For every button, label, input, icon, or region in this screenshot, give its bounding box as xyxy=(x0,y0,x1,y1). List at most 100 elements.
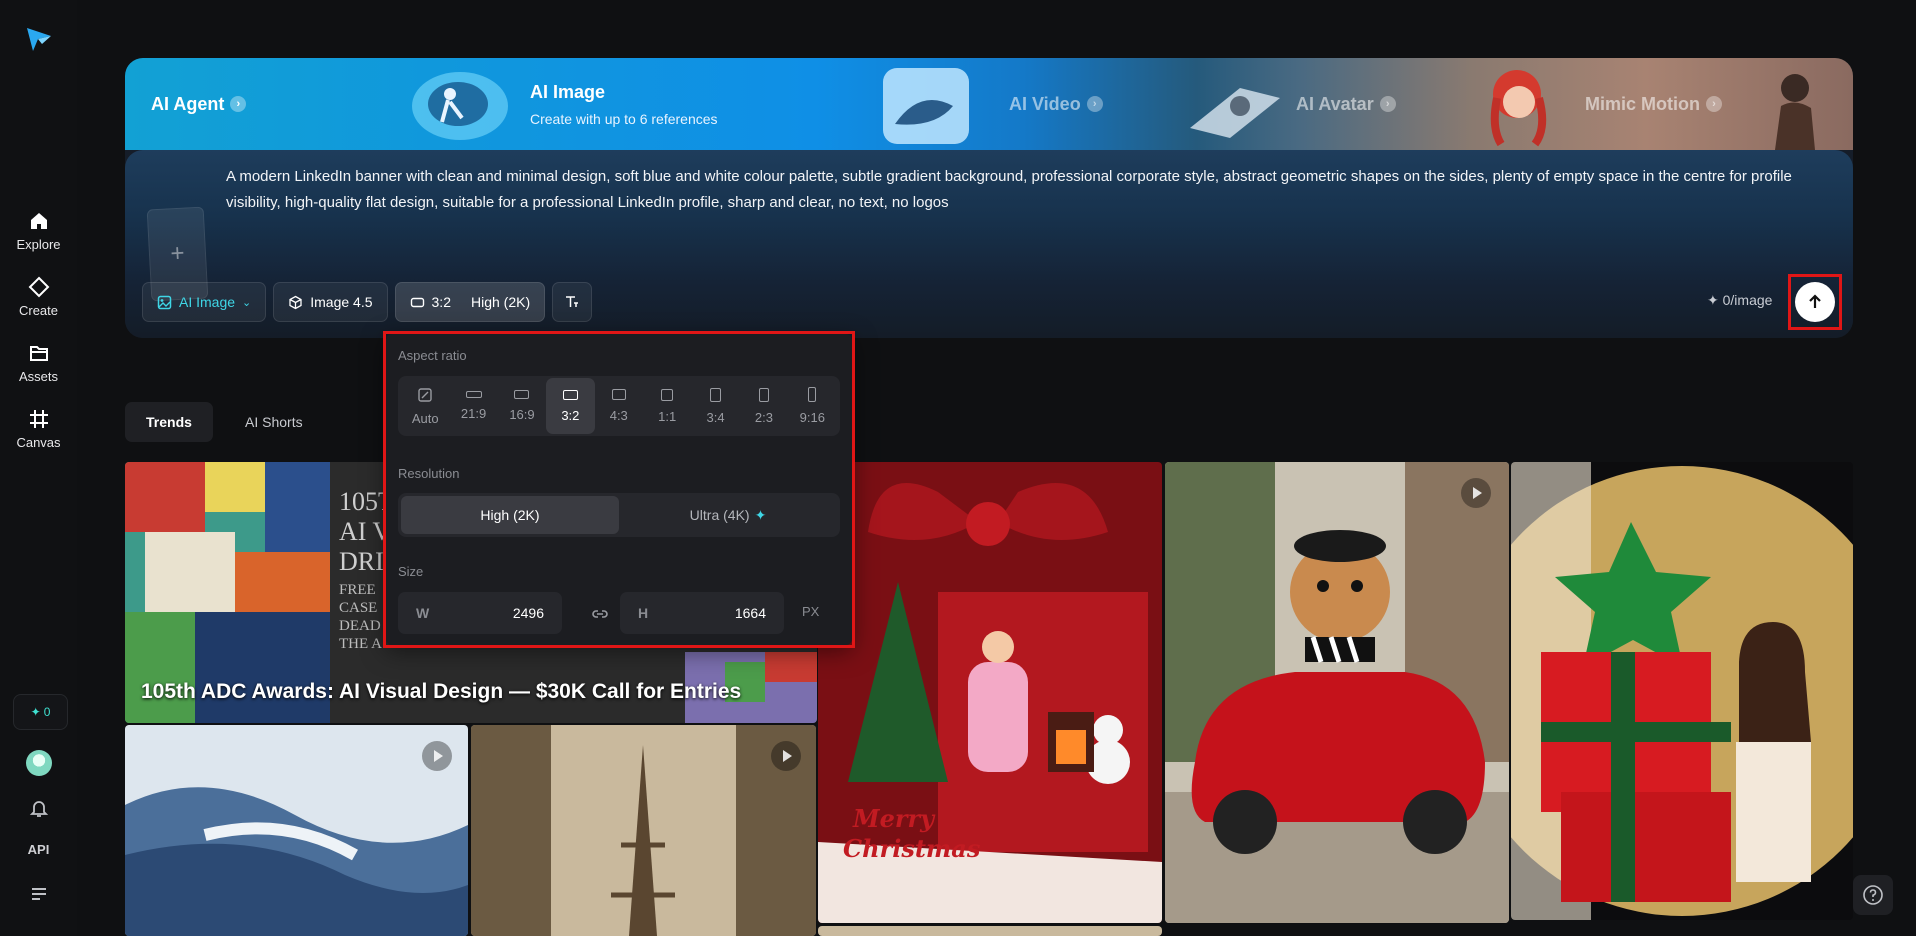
ratio-label: 21:9 xyxy=(460,406,487,421)
mode-label: AI Image xyxy=(179,294,236,310)
ratio-resolution-select[interactable]: 3:2 High (2K) xyxy=(394,282,546,322)
gallery-card-dog-car[interactable] xyxy=(1165,462,1509,923)
ai-image-artwork xyxy=(412,72,508,140)
tab-label: AI Avatar xyxy=(1296,93,1374,114)
text-icon xyxy=(566,296,579,307)
ratio-label: 16:9 xyxy=(509,407,535,422)
ratio-option-16-9[interactable]: 16:9 xyxy=(498,378,546,434)
sidebar-item-label: Explore xyxy=(16,237,61,252)
tab-trends[interactable]: Trends xyxy=(125,402,213,442)
help-icon xyxy=(1863,885,1883,905)
ratio-option-3-4[interactable]: 3:4 xyxy=(691,378,739,434)
play-icon xyxy=(1461,478,1491,508)
gallery-card-gift-portrait[interactable] xyxy=(1511,462,1853,920)
sparkle-icon: ✦ xyxy=(1707,292,1723,308)
image-icon xyxy=(157,295,172,309)
resolution-option-label: High (2K) xyxy=(480,507,540,523)
resolution-option-label: Ultra (4K) xyxy=(689,507,750,523)
ratio-label: 9:16 xyxy=(799,410,825,425)
cost-per-image: ✦ 0/image xyxy=(1707,292,1772,309)
folder-icon xyxy=(29,346,48,361)
chevron-right-icon: › xyxy=(1706,96,1722,112)
resolution-option-ultra[interactable]: Ultra (4K) ✦ xyxy=(619,496,837,534)
sidebar-item-explore[interactable]: Explore xyxy=(0,210,77,252)
menu-icon[interactable] xyxy=(30,887,48,901)
creation-panel: AI Agent › AI Image Create with up to 6 … xyxy=(125,58,1853,338)
ai-avatar-artwork xyxy=(1190,88,1280,138)
model-select[interactable]: Image 4.5 xyxy=(273,282,388,322)
resolution-label: High (2K) xyxy=(470,294,531,310)
link-icon[interactable] xyxy=(590,604,610,624)
text-style-button[interactable] xyxy=(552,282,593,322)
bell-icon[interactable] xyxy=(28,797,50,819)
ratio-label: 2:3 xyxy=(754,409,773,425)
mode-select[interactable]: AI Image ⌄ xyxy=(142,282,267,322)
gallery-card-christmas-popup[interactable]: Merry Christmas xyxy=(818,462,1162,923)
ratio-shape-icon xyxy=(710,387,722,402)
poster-text: FREE xyxy=(339,582,376,598)
app-logo-icon[interactable] xyxy=(24,24,54,54)
sidebar-item-canvas[interactable]: Canvas xyxy=(0,408,77,450)
help-button[interactable] xyxy=(1853,875,1893,915)
credits-count: 0 xyxy=(43,705,51,719)
poster-text: DRI xyxy=(339,547,384,576)
ratio-option-3-2[interactable]: 3:2 xyxy=(546,378,595,434)
sidebar-item-label: Canvas xyxy=(16,435,61,450)
ratio-option-2-3[interactable]: 2:3 xyxy=(740,378,788,434)
poster-text: CASE xyxy=(339,600,377,616)
ratio-label: 3:2 xyxy=(561,407,580,423)
play-icon xyxy=(771,741,801,771)
ratio-option-auto[interactable]: Auto xyxy=(401,378,449,434)
ratio-shape-icon xyxy=(611,389,626,400)
ratio-option-4-3[interactable]: 4:3 xyxy=(595,378,643,434)
canvas-icon xyxy=(29,410,48,428)
mimic-motion-figure-artwork xyxy=(1775,74,1815,150)
diamond-icon xyxy=(28,276,49,298)
ai-video-artwork xyxy=(883,68,969,144)
api-link[interactable]: API xyxy=(0,842,77,857)
feature-card-title: 105th ADC Awards: AI Visual Design — $30… xyxy=(141,680,742,703)
prompt-input[interactable]: A modern LinkedIn banner with clean and … xyxy=(226,164,1828,216)
aspect-ratio-icon xyxy=(410,297,424,307)
tab-ai-shorts[interactable]: AI Shorts xyxy=(224,402,324,442)
ratio-shape-icon xyxy=(661,388,674,401)
gallery-card-eiffel-tower[interactable] xyxy=(471,725,816,936)
tab-ai-agent[interactable]: AI Agent › xyxy=(151,58,247,150)
resolution-options: High (2K) Ultra (4K) ✦ xyxy=(398,493,840,537)
aspect-ratio-popover: Aspect ratio Auto 21:9 16:9 3:2 4:3 1:1 … xyxy=(386,334,852,645)
poster-text: THE A xyxy=(339,636,382,652)
christmas-card-text: Christmas xyxy=(843,834,981,863)
height-value: 1664 xyxy=(734,605,766,621)
ratio-option-9-16[interactable]: 9:16 xyxy=(788,378,836,434)
gift-portrait-artwork xyxy=(1511,462,1853,920)
size-label: Size xyxy=(398,564,424,579)
tab-ai-avatar[interactable]: AI Avatar › xyxy=(1296,58,1396,150)
width-key: W xyxy=(416,605,430,621)
avatar[interactable] xyxy=(26,750,52,776)
cost-label: 0/image xyxy=(1722,292,1773,308)
tab-ai-video[interactable]: AI Video › xyxy=(1009,58,1103,150)
gallery-card-ink-landscape[interactable] xyxy=(125,725,468,936)
cube-icon xyxy=(289,295,302,309)
sidebar-item-label: Assets xyxy=(18,369,58,384)
tab-mimic-motion[interactable]: Mimic Motion › xyxy=(1585,58,1722,150)
ratio-label: Auto xyxy=(411,410,439,426)
credits-badge[interactable]: ✦ 0 xyxy=(13,694,68,730)
tab-ai-image[interactable]: AI Image xyxy=(530,82,605,103)
resolution-label: Resolution xyxy=(398,466,460,481)
christmas-popup-artwork: Merry Christmas xyxy=(818,483,1162,923)
gallery-card-partial[interactable] xyxy=(818,926,1162,936)
height-key: H xyxy=(638,605,649,621)
resolution-option-high[interactable]: High (2K) xyxy=(401,496,619,534)
height-field[interactable]: H 1664 xyxy=(620,592,784,634)
ratio-label: 3:2 xyxy=(431,294,451,310)
dog-car-artwork xyxy=(1165,462,1509,923)
width-field[interactable]: W 2496 xyxy=(398,592,562,634)
ink-landscape-artwork xyxy=(125,787,468,936)
auto-ratio-icon xyxy=(418,387,432,402)
sidebar-item-create[interactable]: Create xyxy=(0,276,77,318)
sidebar-item-assets[interactable]: Assets xyxy=(0,342,77,384)
ratio-option-1-1[interactable]: 1:1 xyxy=(643,378,691,434)
generate-button[interactable] xyxy=(1795,282,1835,322)
ratio-option-21-9[interactable]: 21:9 xyxy=(449,378,497,434)
